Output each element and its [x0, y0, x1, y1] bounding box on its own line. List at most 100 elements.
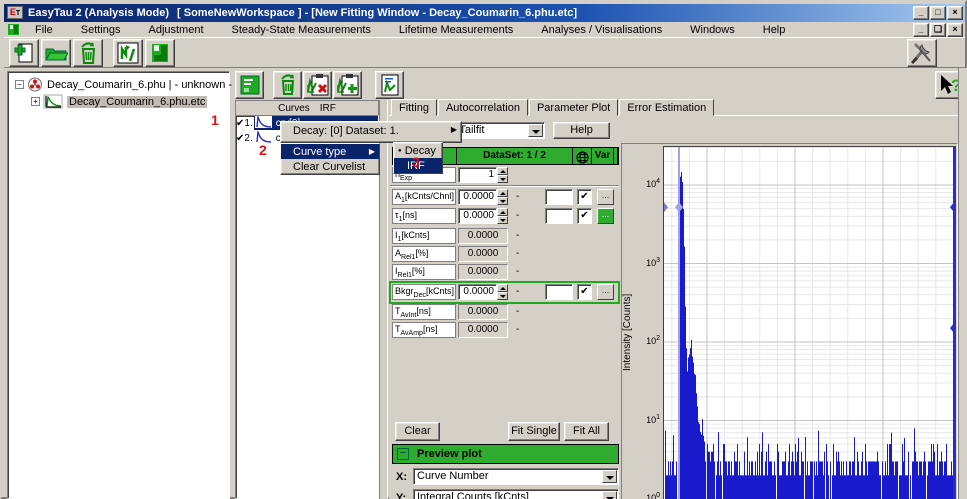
menu-item-file[interactable]: File	[28, 24, 60, 36]
remove-curve-from-list-button[interactable]	[303, 71, 332, 99]
minimize-button[interactable]: _	[913, 6, 929, 20]
curve-list-scrollbar[interactable]	[379, 100, 388, 499]
analysis-window-button[interactable]	[113, 39, 143, 67]
menu-item-clear-curvelist[interactable]: Clear Curvelist	[281, 159, 379, 175]
delete-curve-button[interactable]	[273, 71, 302, 99]
collapse-section-icon[interactable]: −	[397, 448, 409, 460]
child-minimize-button[interactable]: _	[913, 23, 929, 37]
param-row-bkgrdec-var-checkbox[interactable]: ✔	[577, 284, 592, 300]
spinner-up-icon[interactable]	[497, 189, 508, 197]
close-button[interactable]: ×	[947, 6, 963, 20]
menu-item-lifetime-measurements[interactable]: Lifetime Measurements	[392, 24, 520, 36]
spinner-up-icon[interactable]	[497, 208, 508, 216]
help-button[interactable]: Help	[553, 122, 610, 139]
report-icon	[380, 73, 400, 97]
param-row-a1-link-cell[interactable]	[545, 189, 573, 205]
preview-x-select[interactable]: Curve Number	[413, 468, 619, 485]
param-row-bkgrdec-more-button[interactable]: ...	[597, 284, 614, 300]
param-row-bkgrdec-input[interactable]: 0.0000	[458, 284, 497, 300]
param-row-tavint-label: TAvInt[ns]	[392, 304, 456, 320]
child-restore-button[interactable]: ❏	[930, 23, 946, 37]
param-row-a1-spinner[interactable]	[497, 189, 508, 205]
save-button[interactable]	[145, 39, 175, 67]
app-logo-icon: ET	[7, 6, 23, 19]
tree-root-label[interactable]: Decay_Coumarin_6.phu | - unknown -	[47, 79, 232, 91]
window-scrollbar[interactable]	[958, 68, 967, 499]
report-button[interactable]	[375, 71, 404, 99]
fit-all-button[interactable]: Fit All	[564, 422, 609, 441]
preview-x-label: X:	[396, 471, 407, 483]
param-header-pad	[614, 148, 618, 164]
y-tick-10e2: 102	[634, 335, 660, 346]
fitting-tabs: FittingAutocorrelationParameter PlotErro…	[391, 99, 715, 116]
chevron-down-icon[interactable]	[602, 491, 617, 499]
menu-item-adjustment[interactable]: Adjustment	[141, 24, 210, 36]
param-row-a1-more-button[interactable]: ...	[597, 189, 614, 205]
preview-y-select[interactable]: Integral Counts [kCnts]	[413, 489, 619, 499]
tab-parameter-plot[interactable]: Parameter Plot	[529, 99, 618, 116]
param-row-a1-input[interactable]: 0.0000	[458, 189, 497, 205]
param-row-1-spinner[interactable]	[497, 208, 508, 224]
menu-item-windows[interactable]: Windows	[683, 24, 742, 36]
param-row-1-link-cell[interactable]	[545, 208, 573, 224]
clear-button[interactable]: Clear	[395, 422, 440, 441]
menu-item-steady-state-measurements[interactable]: Steady-State Measurements	[225, 24, 378, 36]
window-title-app: EasyTau 2 (Analysis Mode)	[28, 7, 169, 19]
tree-child-expand-icon[interactable]: +	[31, 97, 40, 106]
chevron-down-icon[interactable]	[602, 470, 617, 483]
new-file-button[interactable]	[9, 39, 39, 67]
curve-checkbox[interactable]: ✔2.	[236, 133, 253, 144]
param-row-1-var-checkbox[interactable]: ✔	[577, 208, 592, 224]
menu-item-curve-type[interactable]: Curve type ▶	[281, 144, 379, 159]
maximize-button[interactable]: □	[930, 6, 946, 20]
tab-irf[interactable]: IRF	[320, 103, 336, 114]
param-row-tavint-value: 0.0000	[458, 304, 508, 320]
tree-child-row[interactable]: + Decay_Coumarin_6.phu.etc	[31, 94, 207, 109]
menu-item-help[interactable]: Help	[756, 24, 793, 36]
param-row-bkgrdec-link-cell[interactable]	[545, 284, 573, 300]
param-row-a1-var-checkbox[interactable]: ✔	[577, 189, 592, 205]
tree-root-collapse-icon[interactable]: −	[15, 80, 24, 89]
submenu-arrow-icon: ▶	[451, 125, 457, 134]
tab-curves[interactable]: Curves	[278, 103, 310, 114]
tab-autocorrelation[interactable]: Autocorrelation	[438, 99, 528, 116]
spinner-up-icon[interactable]	[497, 167, 508, 175]
param-row-1-more-button[interactable]: ...	[597, 208, 614, 224]
tools-button[interactable]	[907, 39, 937, 67]
curve-list-button[interactable]	[235, 71, 264, 99]
new-file-icon	[13, 42, 35, 64]
spinner-down-icon[interactable]	[497, 216, 508, 224]
menu-item-settings[interactable]: Settings	[74, 24, 128, 36]
delete-button[interactable]	[73, 39, 103, 67]
param-row-bkgrdec-spinner[interactable]	[497, 284, 508, 300]
preview-chart-plot[interactable]	[663, 146, 956, 499]
open-button[interactable]	[41, 39, 71, 67]
curve-preview-icon	[255, 116, 272, 131]
param-row-1-input[interactable]: 0.0000	[458, 208, 497, 224]
tab-fitting[interactable]: Fitting	[391, 99, 437, 116]
param-row-bkgrdec-global-value: -	[516, 286, 519, 297]
menu-item-analyses-visualisations[interactable]: Analyses / Visualisations	[534, 24, 669, 36]
menu-item-decay-dataset[interactable]: Decay: [0] Dataset: 1. ▶	[281, 122, 461, 139]
decay-curve-chart[interactable]	[664, 147, 955, 499]
param-row-arel1-value: 0.0000	[458, 246, 508, 262]
spinner-down-icon[interactable]	[497, 175, 508, 183]
child-close-button[interactable]: ×	[947, 23, 963, 37]
param-row-i1-value: 0.0000	[458, 228, 508, 244]
spinner-down-icon[interactable]	[497, 292, 508, 300]
param-row-nexp-spinner[interactable]	[497, 167, 508, 183]
fit-single-button[interactable]: Fit Single	[508, 422, 560, 441]
param-row-tavint-global-value: -	[516, 306, 519, 317]
y-tick-10e4: 104	[634, 178, 660, 189]
param-header-globe	[573, 148, 592, 164]
spinner-up-icon[interactable]	[497, 284, 508, 292]
curve-checkbox[interactable]: ✔1.	[236, 118, 253, 129]
add-curve-to-list-button[interactable]	[333, 71, 362, 99]
tree-root-row[interactable]: − Decay_Coumarin_6.phu | - unknown -	[15, 77, 232, 92]
chevron-down-icon[interactable]	[528, 124, 543, 137]
tab-error-estimation[interactable]: Error Estimation	[619, 99, 714, 116]
tree-child-label[interactable]: Decay_Coumarin_6.phu.etc	[67, 96, 207, 108]
param-row-nexp-input[interactable]: 1	[458, 167, 497, 183]
spinner-down-icon[interactable]	[497, 197, 508, 205]
preview-x-value: Curve Number	[417, 470, 489, 482]
